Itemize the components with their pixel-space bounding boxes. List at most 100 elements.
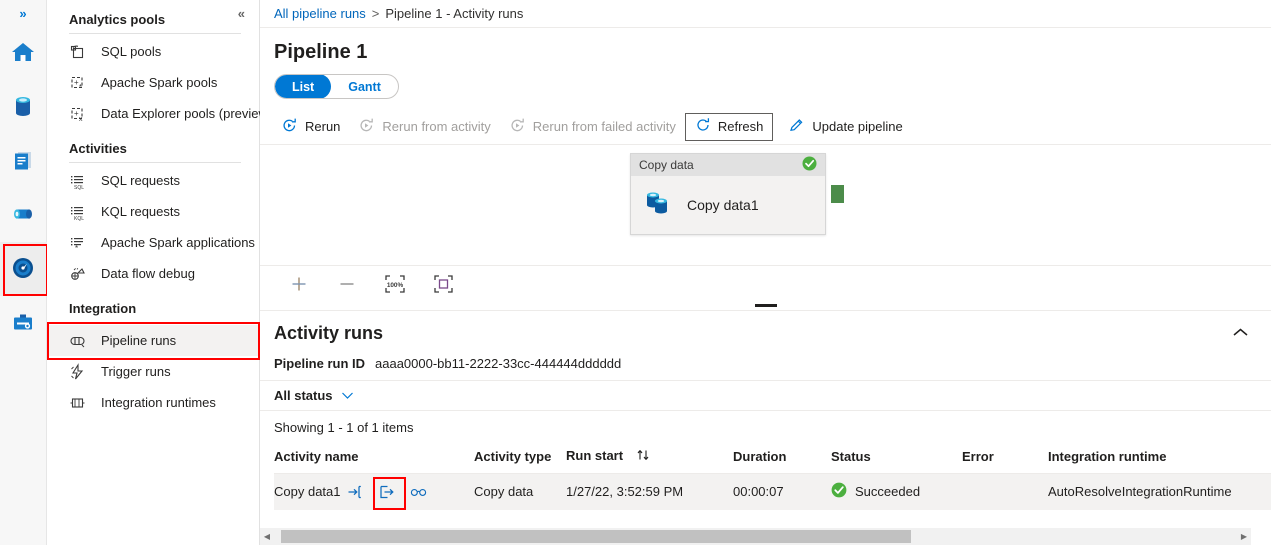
activity-node-copy-data1[interactable]: Copy data Copy data1 <box>630 153 826 235</box>
sidebar-item-data-flow-debug[interactable]: Data flow debug <box>47 258 259 289</box>
sidebar-item-pipeline-runs[interactable]: Pipeline runs <box>47 322 260 360</box>
rail-item-manage[interactable] <box>0 296 47 350</box>
activity-runs-panel: Activity runs Pipeline run ID aaaa0000-b… <box>260 311 1271 545</box>
home-icon <box>10 39 36 68</box>
rerun-from-activity-button: Rerun from activity <box>349 113 499 141</box>
sidebar-item-sql-pools[interactable]: SQL pools <box>47 36 259 67</box>
splitter-grip[interactable] <box>754 304 777 307</box>
refresh-label: Refresh <box>717 119 764 134</box>
activity-runs-filter-bar: All status <box>260 380 1271 411</box>
pipeline-canvas[interactable]: Copy data Copy data1 <box>260 145 1271 265</box>
nav-section-title: Analytics pools <box>69 12 166 27</box>
spark-applications-icon: * <box>69 234 91 252</box>
scroll-right-arrow[interactable]: ▶ <box>1237 528 1251 545</box>
sidebar-item-kql-requests[interactable]: KQL KQL requests <box>47 196 259 227</box>
cell-run-start: 1/27/22, 3:52:59 PM <box>566 484 684 500</box>
scroll-left-arrow[interactable]: ◀ <box>260 528 274 545</box>
breadcrumb-separator: > <box>371 6 380 21</box>
main-content: All pipeline runs > Pipeline 1 - Activit… <box>260 0 1271 545</box>
zoom-in-button[interactable] <box>288 273 310 295</box>
sidebar-item-label: Apache Spark applications <box>101 235 255 250</box>
svg-text:SQL: SQL <box>74 185 84 190</box>
sidebar-item-label: Apache Spark pools <box>101 75 218 90</box>
sort-icon[interactable] <box>636 449 651 464</box>
pipeline-run-id: Pipeline run ID aaaa0000-bb11-2222-33cc-… <box>260 345 1271 371</box>
data-flow-debug-icon <box>69 265 91 283</box>
svg-text:KQL: KQL <box>74 216 84 221</box>
column-header-activity-type[interactable]: Activity type <box>474 435 566 475</box>
column-header-error[interactable]: Error <box>962 435 1048 475</box>
expand-rail-button[interactable]: » <box>0 0 47 26</box>
table-header-row: Activity name Activity type Run start Du… <box>274 435 1271 475</box>
pencil-icon <box>788 117 805 137</box>
sidebar-item-trigger-runs[interactable]: Trigger runs <box>47 356 259 387</box>
pipeline-run-id-value: aaaa0000-bb11-2222-33cc-444444dddddd <box>375 356 622 371</box>
collapse-nav-button[interactable]: « <box>234 4 249 23</box>
tab-gantt[interactable]: Gantt <box>331 75 398 98</box>
rail-item-data[interactable] <box>0 80 47 134</box>
svg-text:*: * <box>79 83 82 92</box>
zoom-out-button[interactable] <box>336 273 358 295</box>
column-header-status[interactable]: Status <box>831 435 962 475</box>
rail-item-home[interactable] <box>0 26 47 80</box>
column-header-integration-runtime[interactable]: Integration runtime <box>1048 435 1271 475</box>
nav-pane: « Analytics pools SQL pools + * Apache S… <box>47 0 272 545</box>
divider <box>69 162 241 163</box>
left-icon-rail: » <box>0 0 48 545</box>
status-badge-icon <box>831 482 847 501</box>
nav-section-integration: Integration Pipeline runs Trigger runs I… <box>47 295 260 418</box>
success-status-icon <box>802 156 817 174</box>
sidebar-item-apache-spark-pools[interactable]: + * Apache Spark pools <box>47 67 259 98</box>
details-glasses-icon[interactable] <box>410 483 427 500</box>
breadcrumb-all-pipeline-runs[interactable]: All pipeline runs <box>274 6 366 21</box>
activity-node-name: Copy data1 <box>687 197 759 213</box>
table-row[interactable]: Copy data1 Copy data 1/27/22, 3:52:59 PM… <box>274 473 1271 511</box>
zoom-level-button[interactable]: 100% <box>384 273 406 295</box>
collapse-panel-button[interactable] <box>1224 322 1257 345</box>
cell-duration: 00:00:07 <box>733 484 784 500</box>
node-output-port[interactable] <box>831 185 844 203</box>
rail-item-integrate[interactable] <box>0 188 47 242</box>
horizontal-scrollbar[interactable]: ◀ ▶ <box>260 528 1251 545</box>
data-explorer-pools-icon: + x <box>69 105 91 123</box>
column-header-run-start[interactable]: Run start <box>566 435 733 475</box>
input-icon[interactable] <box>346 483 363 500</box>
pipeline-run-id-label: Pipeline run ID <box>274 356 366 371</box>
cell-error <box>962 474 1048 510</box>
sidebar-item-sql-requests[interactable]: SQL SQL requests <box>47 165 259 196</box>
rail-item-monitor[interactable] <box>0 242 48 296</box>
sidebar-item-data-explorer-pools[interactable]: + x Data Explorer pools (preview) <box>47 98 272 129</box>
activity-node-type: Copy data <box>639 158 694 172</box>
activity-runs-title: Activity runs <box>274 323 384 343</box>
fit-to-screen-button[interactable] <box>432 273 454 295</box>
output-icon[interactable] <box>373 477 406 511</box>
refresh-button[interactable]: Refresh <box>684 112 774 141</box>
rail-item-develop[interactable] <box>0 134 47 188</box>
activity-node-body: Copy data1 <box>631 176 825 234</box>
update-pipeline-button[interactable]: Update pipeline <box>779 113 911 141</box>
manage-icon <box>10 309 36 338</box>
sidebar-item-integration-runtimes[interactable]: Integration runtimes <box>47 387 259 418</box>
nav-section-title: Integration <box>69 301 137 316</box>
rerun-button[interactable]: Rerun <box>272 113 349 141</box>
column-header-duration[interactable]: Duration <box>733 435 831 475</box>
sidebar-item-apache-spark-applications[interactable]: * Apache Spark applications <box>47 227 259 258</box>
pipeline-toolbar: Rerun Rerun from activity Rerun from fai… <box>260 109 1271 145</box>
scrollbar-thumb[interactable] <box>281 530 911 543</box>
integrate-icon <box>10 201 36 230</box>
sql-pools-icon <box>69 43 91 61</box>
divider <box>69 33 241 34</box>
sidebar-item-label: KQL requests <box>101 204 181 219</box>
sidebar-item-label: Integration runtimes <box>101 395 216 410</box>
panel-splitter[interactable] <box>260 301 1271 311</box>
column-header-activity-name[interactable]: Activity name <box>274 435 474 475</box>
rerun-icon <box>281 117 298 137</box>
trigger-runs-icon <box>69 362 91 381</box>
nav-section-analytics-pools: Analytics pools SQL pools + * Apache Spa… <box>47 6 272 129</box>
pipeline-runs-icon <box>69 332 91 350</box>
scrollbar-track[interactable] <box>274 528 1237 545</box>
status-filter-dropdown[interactable]: All status <box>274 388 354 403</box>
data-icon <box>10 93 36 122</box>
chevron-down-icon <box>341 388 354 403</box>
tab-list[interactable]: List <box>275 75 332 98</box>
